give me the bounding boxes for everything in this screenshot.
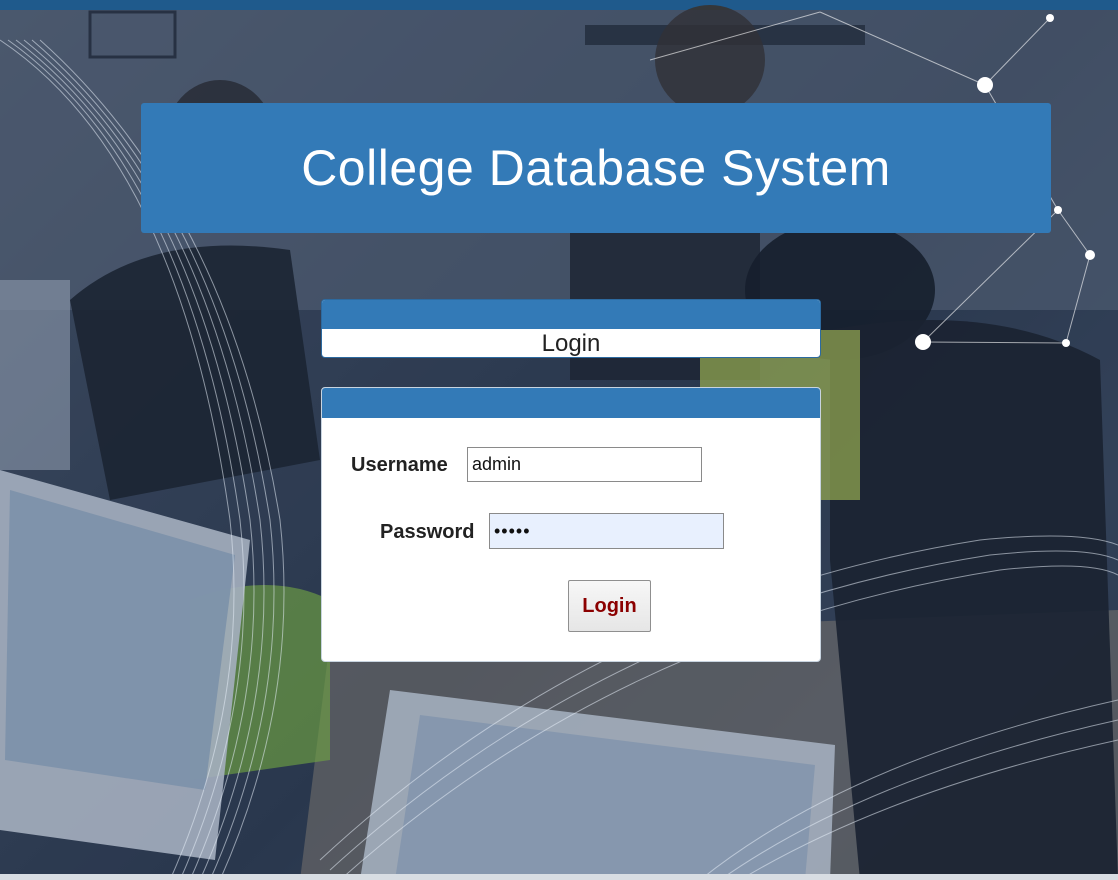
app-title: College Database System	[301, 140, 891, 196]
username-label: Username	[351, 454, 448, 476]
login-header-bar	[322, 300, 820, 329]
password-input[interactable]	[489, 513, 724, 549]
login-page: College Database System Login Username P…	[0, 0, 1118, 880]
login-header-panel: Login	[321, 299, 821, 358]
login-heading: Login	[541, 330, 601, 357]
title-banner: College Database System	[141, 103, 1051, 233]
login-form-bar	[322, 388, 820, 418]
username-input[interactable]	[467, 447, 702, 482]
bottom-strip	[0, 874, 1118, 880]
login-button[interactable]: Login	[568, 580, 651, 632]
login-form-panel: Username Password Login	[321, 387, 821, 662]
password-label: Password	[380, 521, 475, 543]
